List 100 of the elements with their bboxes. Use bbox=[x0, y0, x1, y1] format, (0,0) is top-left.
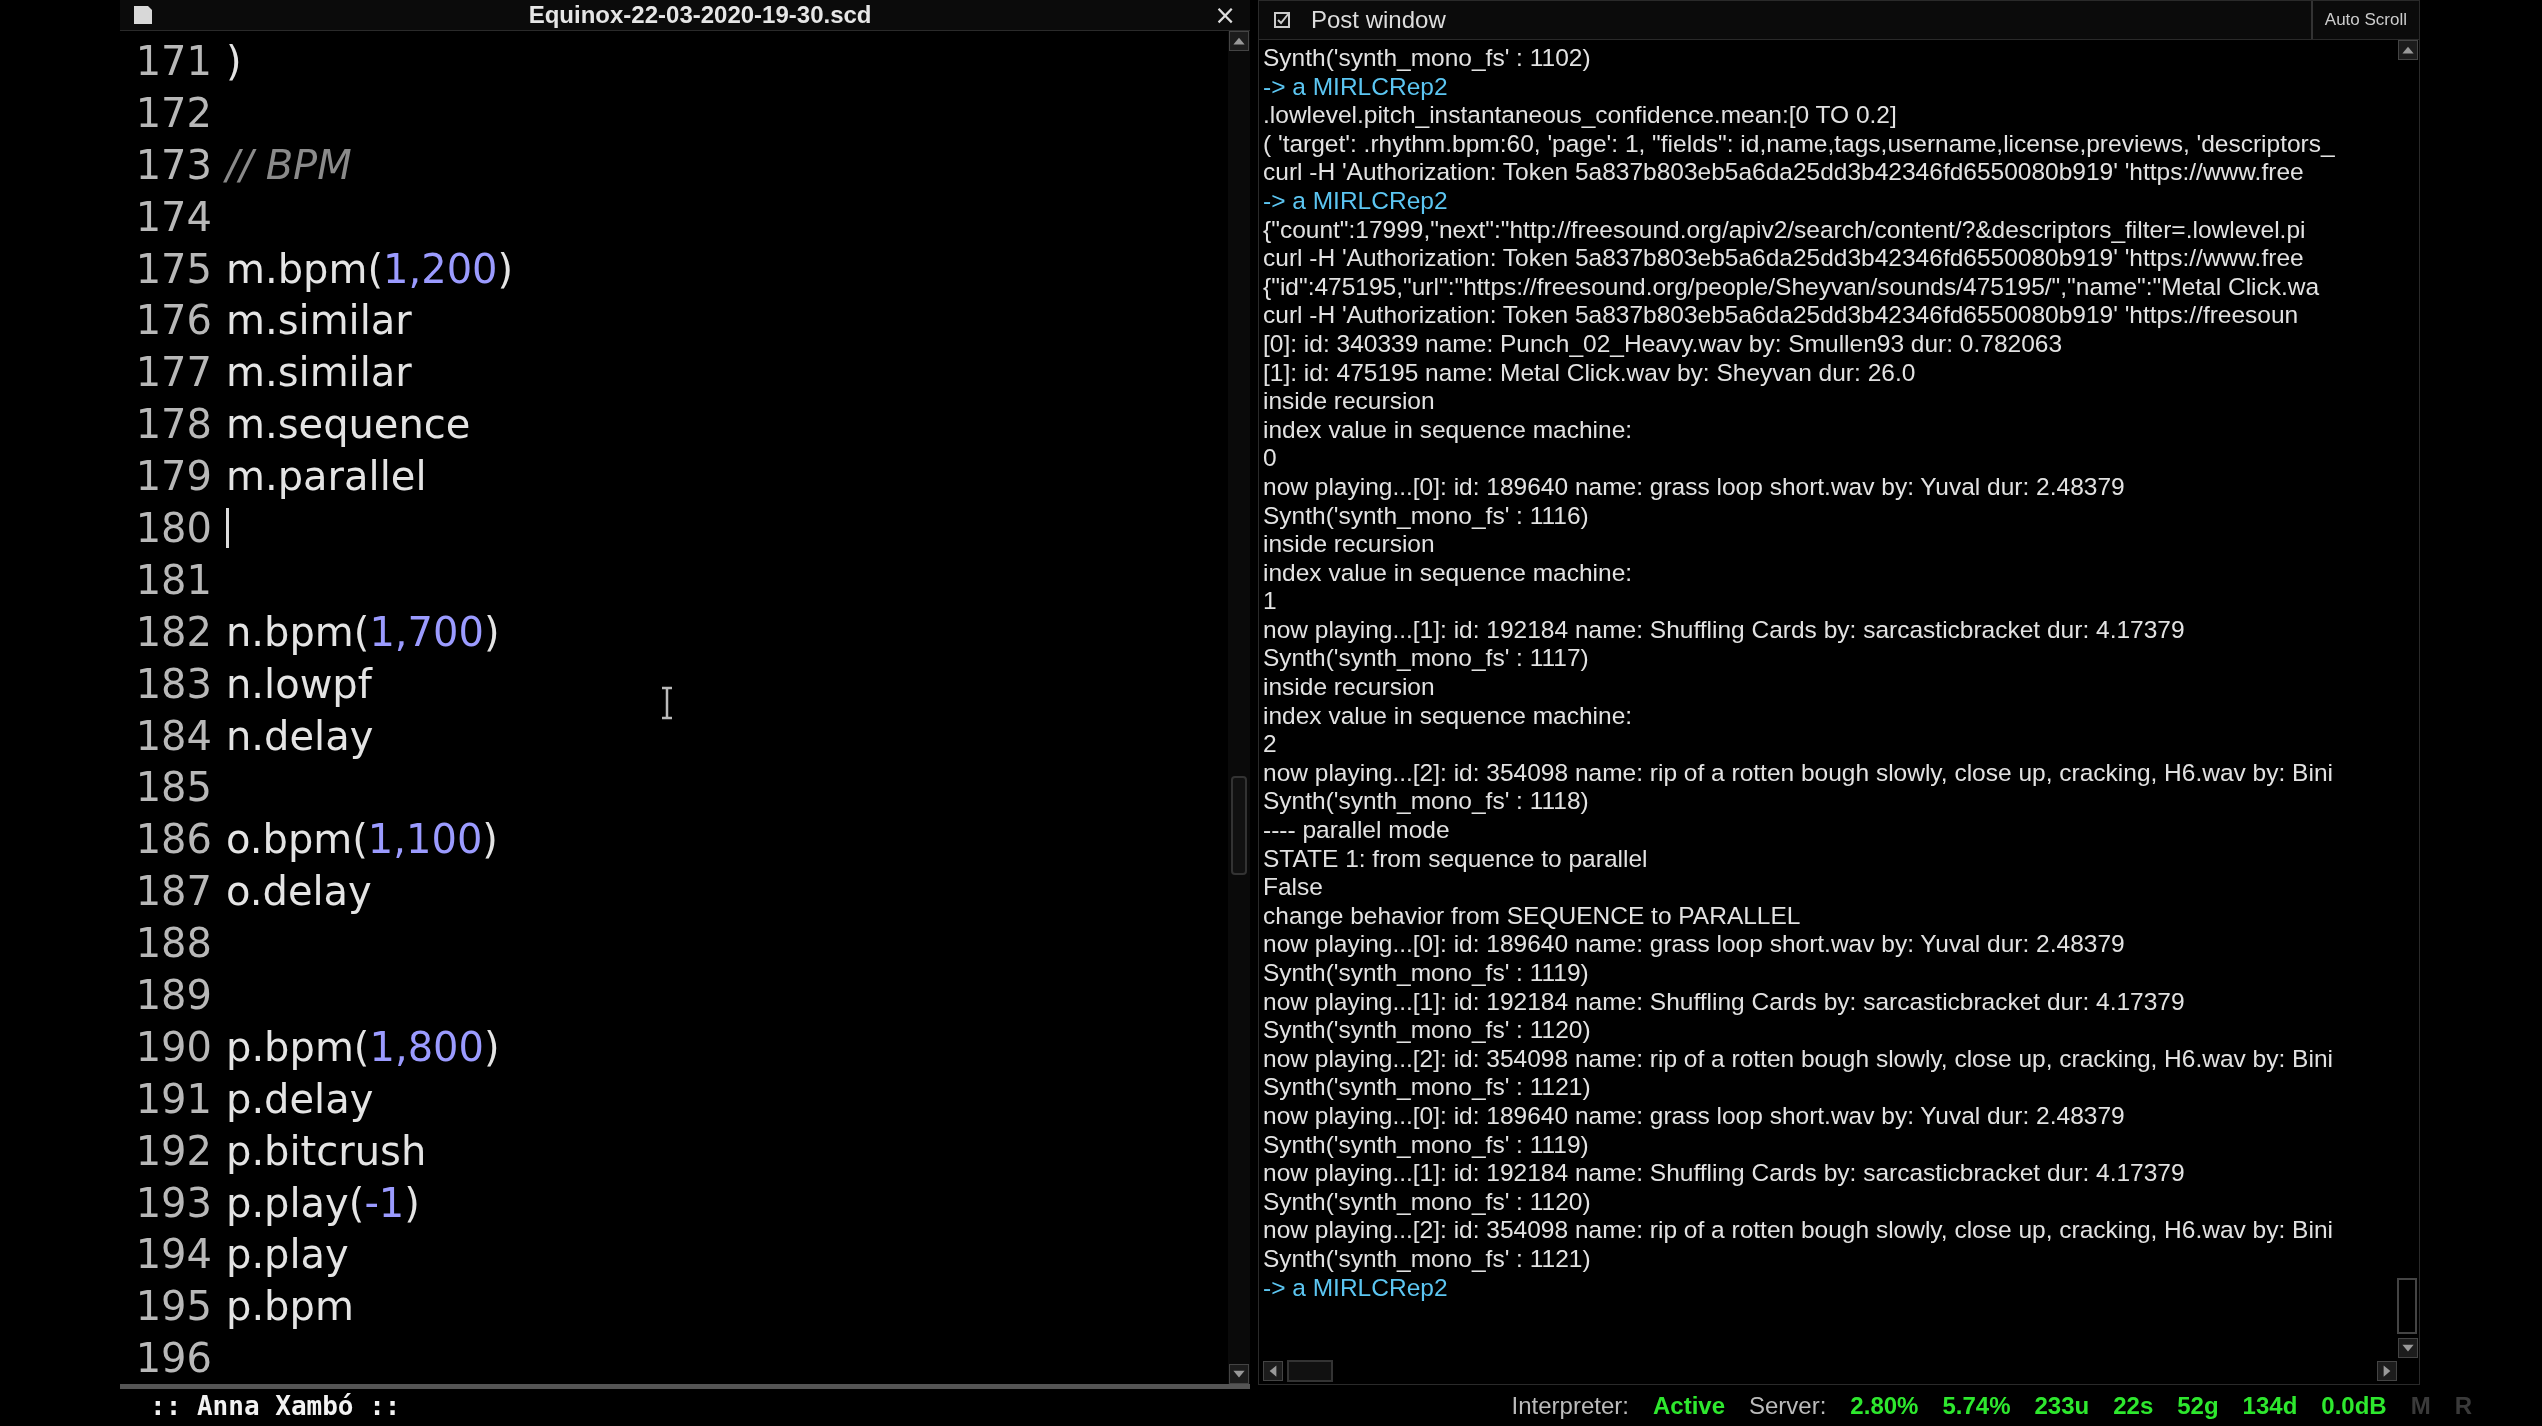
code-line: n.lowpf bbox=[226, 660, 372, 707]
author-label: :: Anna Xambó :: bbox=[150, 1390, 401, 1421]
console-line: 1 bbox=[1263, 587, 1278, 616]
document-icon bbox=[132, 4, 154, 26]
scroll-up-icon[interactable] bbox=[1229, 31, 1249, 51]
console-line: ( 'target': .rhythm.bpm:60, 'page': 1, "fields": id,name,tags,username,license,previews, 'descriptors_ bbox=[1263, 129, 2336, 159]
console-line: Synth('synth_mono_fs' : 1121) bbox=[1263, 1244, 1592, 1274]
line-number: 194 bbox=[134, 1231, 213, 1278]
console-line: Synth('synth_mono_fs' : 1121) bbox=[1263, 1073, 1592, 1102]
code-line: m.similar bbox=[226, 297, 412, 344]
console-line: now playing...[0]: id: 189640 name: grass loop short.wav by: Yuval dur: 2.48379 bbox=[1263, 930, 2126, 959]
console-line: False bbox=[1263, 873, 1324, 902]
status-indicator: R bbox=[2454, 1391, 2472, 1420]
console-line: now playing...[1]: id: 192184 name: Shuffling Cards by: sarcasticbracket dur: 4.17379 bbox=[1263, 1159, 2186, 1188]
line-number: 171 bbox=[134, 37, 213, 84]
console-line: now playing...[2]: id: 354098 name: rip of a rotten bough slowly, close up, cracking, H6.wav by: Bini bbox=[1263, 758, 2334, 788]
console-line: index value in sequence machine: bbox=[1263, 415, 1634, 445]
status-value: 233u bbox=[2034, 1391, 2090, 1420]
line-number: 183 bbox=[134, 660, 213, 707]
scroll-down-icon[interactable] bbox=[2398, 1338, 2418, 1358]
console-line: ---- parallel mode bbox=[1263, 816, 1451, 845]
console-line: index value in sequence machine: bbox=[1263, 701, 1634, 731]
line-number: 182 bbox=[134, 608, 213, 655]
code-line: m.sequence bbox=[226, 401, 471, 448]
console-line: Synth('synth_mono_fs' : 1116) bbox=[1263, 501, 1590, 531]
line-number: 196 bbox=[134, 1335, 213, 1382]
console-line: 2 bbox=[1263, 730, 1278, 759]
console-line: index value in sequence machine: bbox=[1263, 558, 1634, 588]
console-line: Synth('synth_mono_fs' : 1118) bbox=[1263, 787, 1590, 817]
line-number: 186 bbox=[134, 816, 213, 863]
code-line: p.play(-1) bbox=[226, 1179, 420, 1226]
scroll-left-icon[interactable] bbox=[1263, 1361, 1283, 1381]
console-line: .lowlevel.pitch_instantaneous_confidence.mean:[0 TO 0.2] bbox=[1263, 101, 1898, 130]
code-line: n.delay bbox=[226, 712, 374, 759]
vertical-scrollbar[interactable] bbox=[1228, 31, 1250, 1385]
console-line: now playing...[1]: id: 192184 name: Shuffling Cards by: sarcasticbracket dur: 4.17379 bbox=[1263, 987, 2186, 1017]
code-line: o.bpm(1,100) bbox=[226, 816, 498, 863]
code-line: p.bpm bbox=[226, 1283, 354, 1330]
console-line: curl -H 'Authorization: Token 5a837b803eb5a6da25dd3b42346fd6550080b919' 'https://www.free bbox=[1263, 158, 2305, 187]
console-line: {"id":475195,"url":"https://freesound.org/people/Sheyvan/sounds/475195/","name":"Metal Click.wa bbox=[1263, 272, 2321, 302]
scroll-up-icon[interactable] bbox=[2398, 40, 2418, 60]
window-title: Equinox-22-03-2020-19-30.scd bbox=[527, 1, 873, 29]
code-line: m.similar bbox=[226, 349, 412, 396]
status-value: 0.0dB bbox=[2321, 1391, 2387, 1420]
line-number: 185 bbox=[134, 764, 213, 811]
line-number: 172 bbox=[134, 89, 213, 136]
console-line: -> a MIRLCRep2 bbox=[1263, 1273, 1449, 1303]
line-number: 192 bbox=[134, 1127, 213, 1174]
console-line: STATE 1: from sequence to parallel bbox=[1263, 844, 1649, 874]
console-line: Synth('synth_mono_fs' : 1102) bbox=[1263, 44, 1592, 73]
vertical-scrollbar[interactable] bbox=[2397, 40, 2419, 1358]
code-line: m.parallel bbox=[226, 453, 427, 500]
console-line: now playing...[2]: id: 354098 name: rip of a rotten bough slowly, close up, cracking, H6.wav by: Bini bbox=[1263, 1044, 2334, 1074]
console-line: inside recursion bbox=[1263, 530, 1436, 559]
line-number: 175 bbox=[134, 245, 213, 292]
line-number: 179 bbox=[134, 453, 213, 500]
console-line: Synth('synth_mono_fs' : 1117) bbox=[1263, 644, 1590, 674]
console-line: Synth('synth_mono_fs' : 1119) bbox=[1263, 959, 1590, 988]
line-number: 184 bbox=[134, 712, 213, 759]
status-value: Active bbox=[1652, 1391, 1725, 1420]
code-line: n.bpm(1,700) bbox=[226, 608, 500, 655]
text-cursor-icon bbox=[660, 686, 674, 720]
code-line: m.bpm(1,200) bbox=[226, 245, 514, 292]
scroll-thumb[interactable] bbox=[1231, 776, 1247, 875]
window-title: Post window bbox=[1311, 6, 1447, 34]
close-button[interactable]: × bbox=[1206, 0, 1244, 30]
console-line: Synth('synth_mono_fs' : 1120) bbox=[1263, 1016, 1592, 1045]
scroll-thumb[interactable] bbox=[1287, 1360, 1333, 1382]
console-line: inside recursion bbox=[1263, 673, 1436, 702]
checkbox-icon[interactable] bbox=[1273, 10, 1293, 30]
console-line: now playing...[0]: id: 189640 name: grass loop short.wav by: Yuval dur: 2.48379 bbox=[1263, 1101, 2126, 1131]
scroll-right-icon[interactable] bbox=[2377, 1361, 2397, 1381]
code-line: p.bpm(1,800) bbox=[226, 1023, 500, 1070]
code-line: p.play bbox=[226, 1231, 349, 1278]
code-line: p.delay bbox=[226, 1075, 374, 1122]
line-number: 193 bbox=[134, 1179, 213, 1226]
scroll-thumb[interactable] bbox=[2397, 1278, 2417, 1334]
line-number: 181 bbox=[134, 556, 213, 603]
line-number: 188 bbox=[134, 920, 213, 967]
line-number: 180 bbox=[134, 504, 213, 551]
line-number: 174 bbox=[134, 193, 213, 240]
status-value: 2.80% bbox=[1850, 1391, 1919, 1420]
code-line: ) bbox=[226, 37, 242, 84]
code-line: o.delay bbox=[226, 868, 372, 915]
console-line: Synth('synth_mono_fs' : 1119) bbox=[1263, 1130, 1590, 1160]
console-line: curl -H 'Authorization: Token 5a837b803eb5a6da25dd3b42346fd6550080b919' 'https://www.free bbox=[1263, 244, 2305, 273]
status-value: 52g bbox=[2177, 1391, 2219, 1420]
console-line: curl -H 'Authorization: Token 5a837b803eb5a6da25dd3b42346fd6550080b919' 'https://freesoun bbox=[1263, 301, 2300, 330]
console-line: now playing...[1]: id: 192184 name: Shuffling Cards by: sarcasticbracket dur: 4.17379 bbox=[1263, 615, 2186, 645]
status-value: 22s bbox=[2113, 1391, 2154, 1420]
line-number: 190 bbox=[134, 1023, 213, 1070]
console-line: now playing...[0]: id: 189640 name: grass loop short.wav by: Yuval dur: 2.48379 bbox=[1263, 472, 2126, 502]
line-number: 187 bbox=[134, 868, 213, 915]
line-number: 176 bbox=[134, 297, 213, 344]
line-number: 177 bbox=[134, 349, 213, 396]
console-line: -> a MIRLCRep2 bbox=[1263, 72, 1449, 102]
status-value: 134d bbox=[2242, 1391, 2298, 1420]
line-number: 189 bbox=[134, 971, 213, 1018]
scroll-down-icon[interactable] bbox=[1229, 1364, 1249, 1385]
console-line: Synth('synth_mono_fs' : 1120) bbox=[1263, 1187, 1592, 1217]
